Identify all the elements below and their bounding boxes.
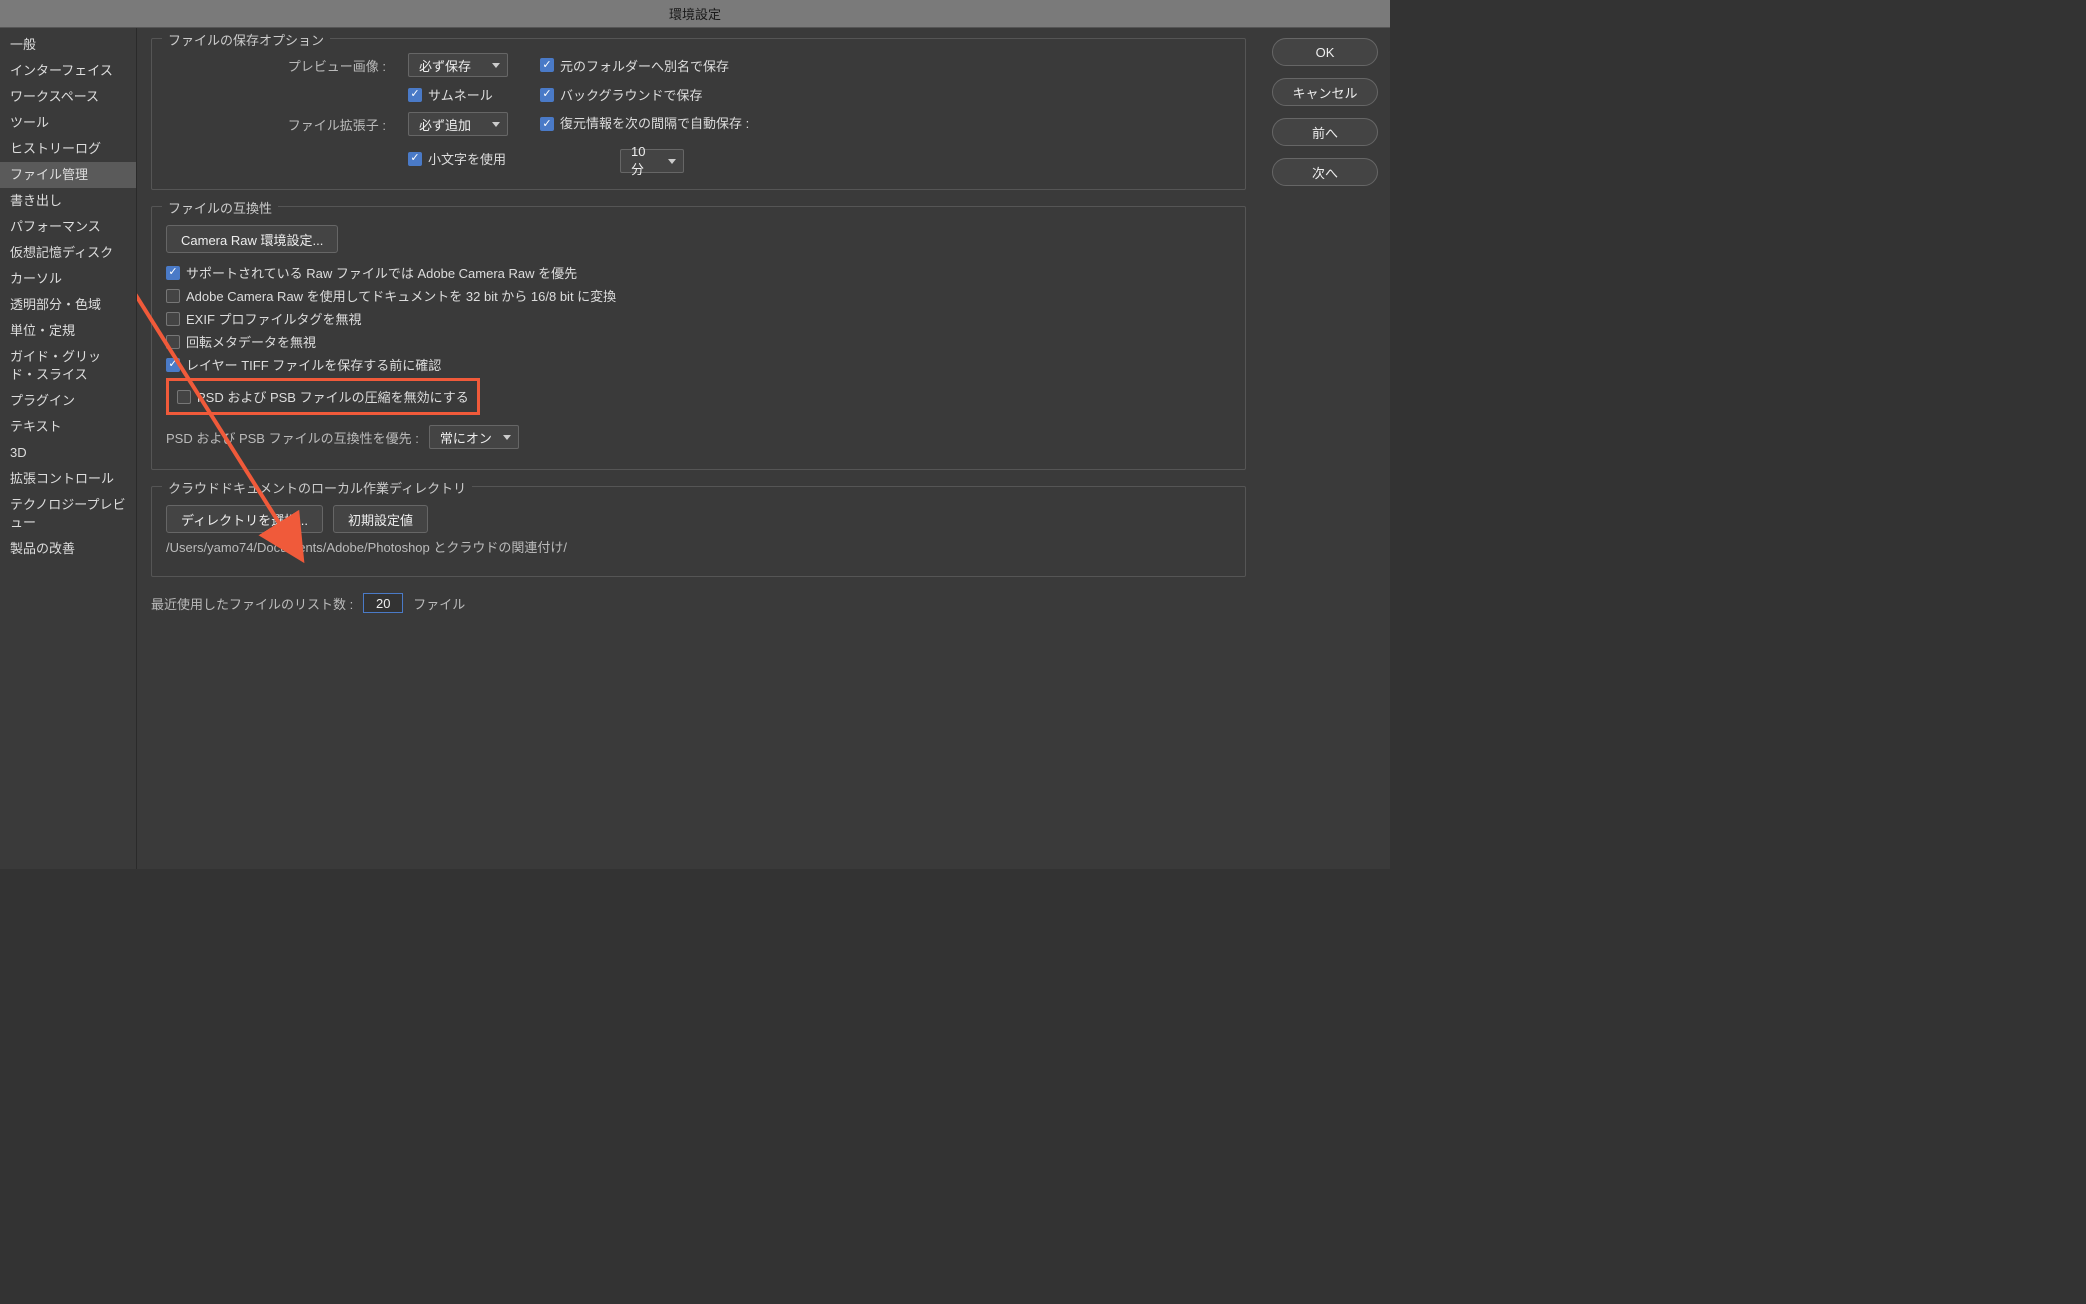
ask-tiff-layers-label: レイヤー TIFF ファイルを保存する前に確認 xyxy=(186,355,441,374)
max-compat-label: PSD および PSB ファイルの互換性を優先 : xyxy=(166,428,419,447)
sidebar-item-tools[interactable]: ツール xyxy=(0,110,136,136)
auto-recover-interval-select[interactable]: 10 分 xyxy=(620,149,684,173)
preview-image-label: プレビュー画像 : xyxy=(246,56,386,75)
default-directory-button[interactable]: 初期設定値 xyxy=(333,505,428,533)
disable-psd-compression-label: PSD および PSB ファイルの圧縮を無効にする xyxy=(197,387,469,406)
cancel-button[interactable]: キャンセル xyxy=(1272,78,1378,106)
file-saving-options-legend: ファイルの保存オプション xyxy=(162,30,330,49)
camera-raw-prefs-button[interactable]: Camera Raw 環境設定... xyxy=(166,225,338,253)
recent-files-suffix: ファイル xyxy=(413,594,465,613)
sidebar-item-file-handling[interactable]: ファイル管理 xyxy=(0,162,136,188)
thumbnail-checkbox[interactable] xyxy=(408,88,422,102)
ignore-exif-checkbox[interactable] xyxy=(166,312,180,326)
sidebar-item-tech-preview[interactable]: テクノロジープレビュー xyxy=(0,492,136,536)
window-titlebar: 環境設定 xyxy=(0,0,1390,28)
cloud-doc-dir-group: クラウドドキュメントのローカル作業ディレクトリ ディレクトリを選択... 初期設… xyxy=(151,486,1246,577)
file-compatibility-legend: ファイルの互換性 xyxy=(162,198,278,217)
sidebar-item-history-log[interactable]: ヒストリーログ xyxy=(0,136,136,162)
file-saving-options-group: ファイルの保存オプション プレビュー画像 : 必ず保存 元のフォルダーへ別名で保… xyxy=(151,38,1246,190)
sidebar-item-units-rulers[interactable]: 単位・定規 xyxy=(0,318,136,344)
recent-files-input[interactable] xyxy=(363,593,403,613)
file-compatibility-group: ファイルの互換性 Camera Raw 環境設定... サポートされている Ra… xyxy=(151,206,1246,470)
thumbnail-label: サムネール xyxy=(428,85,493,104)
highlighted-option: PSD および PSB ファイルの圧縮を無効にする xyxy=(166,378,480,415)
acr-32bit-convert-label: Adobe Camera Raw を使用してドキュメントを 32 bit から … xyxy=(186,286,616,305)
save-to-original-folder-label: 元のフォルダーへ別名で保存 xyxy=(560,56,729,75)
save-to-original-folder-checkbox[interactable] xyxy=(540,58,554,72)
background-save-checkbox[interactable] xyxy=(540,88,554,102)
sidebar-item-guides-grid-slices[interactable]: ガイド・グリッド・スライス xyxy=(0,344,136,388)
auto-recover-label: 復元情報を次の間隔で自動保存 : xyxy=(560,115,749,133)
cloud-doc-dir-legend: クラウドドキュメントのローカル作業ディレクトリ xyxy=(162,478,472,497)
file-extension-label: ファイル拡張子 : xyxy=(246,115,386,134)
sidebar: 一般 インターフェイス ワークスペース ツール ヒストリーログ ファイル管理 書… xyxy=(0,28,137,869)
ok-button[interactable]: OK xyxy=(1272,38,1378,66)
background-save-label: バックグラウンドで保存 xyxy=(560,85,702,104)
sidebar-item-performance[interactable]: パフォーマンス xyxy=(0,214,136,240)
next-button[interactable]: 次へ xyxy=(1272,158,1378,186)
sidebar-item-scratch-disks[interactable]: 仮想記憶ディスク xyxy=(0,240,136,266)
sidebar-item-enhanced-controls[interactable]: 拡張コントロール xyxy=(0,466,136,492)
max-compat-select[interactable]: 常にオン xyxy=(429,425,519,449)
prefer-acr-checkbox[interactable] xyxy=(166,266,180,280)
recent-files-label: 最近使用したファイルのリスト数 : xyxy=(151,594,353,613)
sidebar-item-interface[interactable]: インターフェイス xyxy=(0,58,136,84)
ignore-rotation-label: 回転メタデータを無視 xyxy=(186,332,316,351)
sidebar-item-3d[interactable]: 3D xyxy=(0,440,136,466)
prefer-acr-label: サポートされている Raw ファイルでは Adobe Camera Raw を優… xyxy=(186,263,577,282)
acr-32bit-convert-checkbox[interactable] xyxy=(166,289,180,303)
sidebar-item-type[interactable]: テキスト xyxy=(0,414,136,440)
sidebar-item-plugins[interactable]: プラグイン xyxy=(0,388,136,414)
cloud-doc-path: /Users/yamo74/Documents/Adobe/Photoshop … xyxy=(166,537,567,556)
sidebar-item-cursors[interactable]: カーソル xyxy=(0,266,136,292)
lowercase-checkbox[interactable] xyxy=(408,152,422,166)
preview-image-select[interactable]: 必ず保存 xyxy=(408,53,508,77)
ignore-rotation-checkbox[interactable] xyxy=(166,335,180,349)
main-panel: ファイルの保存オプション プレビュー画像 : 必ず保存 元のフォルダーへ別名で保… xyxy=(137,28,1260,869)
sidebar-item-workspace[interactable]: ワークスペース xyxy=(0,84,136,110)
disable-psd-compression-checkbox[interactable] xyxy=(177,390,191,404)
sidebar-item-general[interactable]: 一般 xyxy=(0,32,136,58)
file-extension-select[interactable]: 必ず追加 xyxy=(408,112,508,136)
sidebar-item-transparency-gamut[interactable]: 透明部分・色域 xyxy=(0,292,136,318)
choose-directory-button[interactable]: ディレクトリを選択... xyxy=(166,505,323,533)
prev-button[interactable]: 前へ xyxy=(1272,118,1378,146)
auto-recover-checkbox[interactable] xyxy=(540,117,554,131)
sidebar-item-export[interactable]: 書き出し xyxy=(0,188,136,214)
dialog-buttons: OK キャンセル 前へ 次へ xyxy=(1260,28,1390,869)
sidebar-item-product-improvement[interactable]: 製品の改善 xyxy=(0,536,136,562)
window-title: 環境設定 xyxy=(669,4,721,23)
ignore-exif-label: EXIF プロファイルタグを無視 xyxy=(186,309,362,328)
ask-tiff-layers-checkbox[interactable] xyxy=(166,358,180,372)
lowercase-label: 小文字を使用 xyxy=(428,149,506,168)
